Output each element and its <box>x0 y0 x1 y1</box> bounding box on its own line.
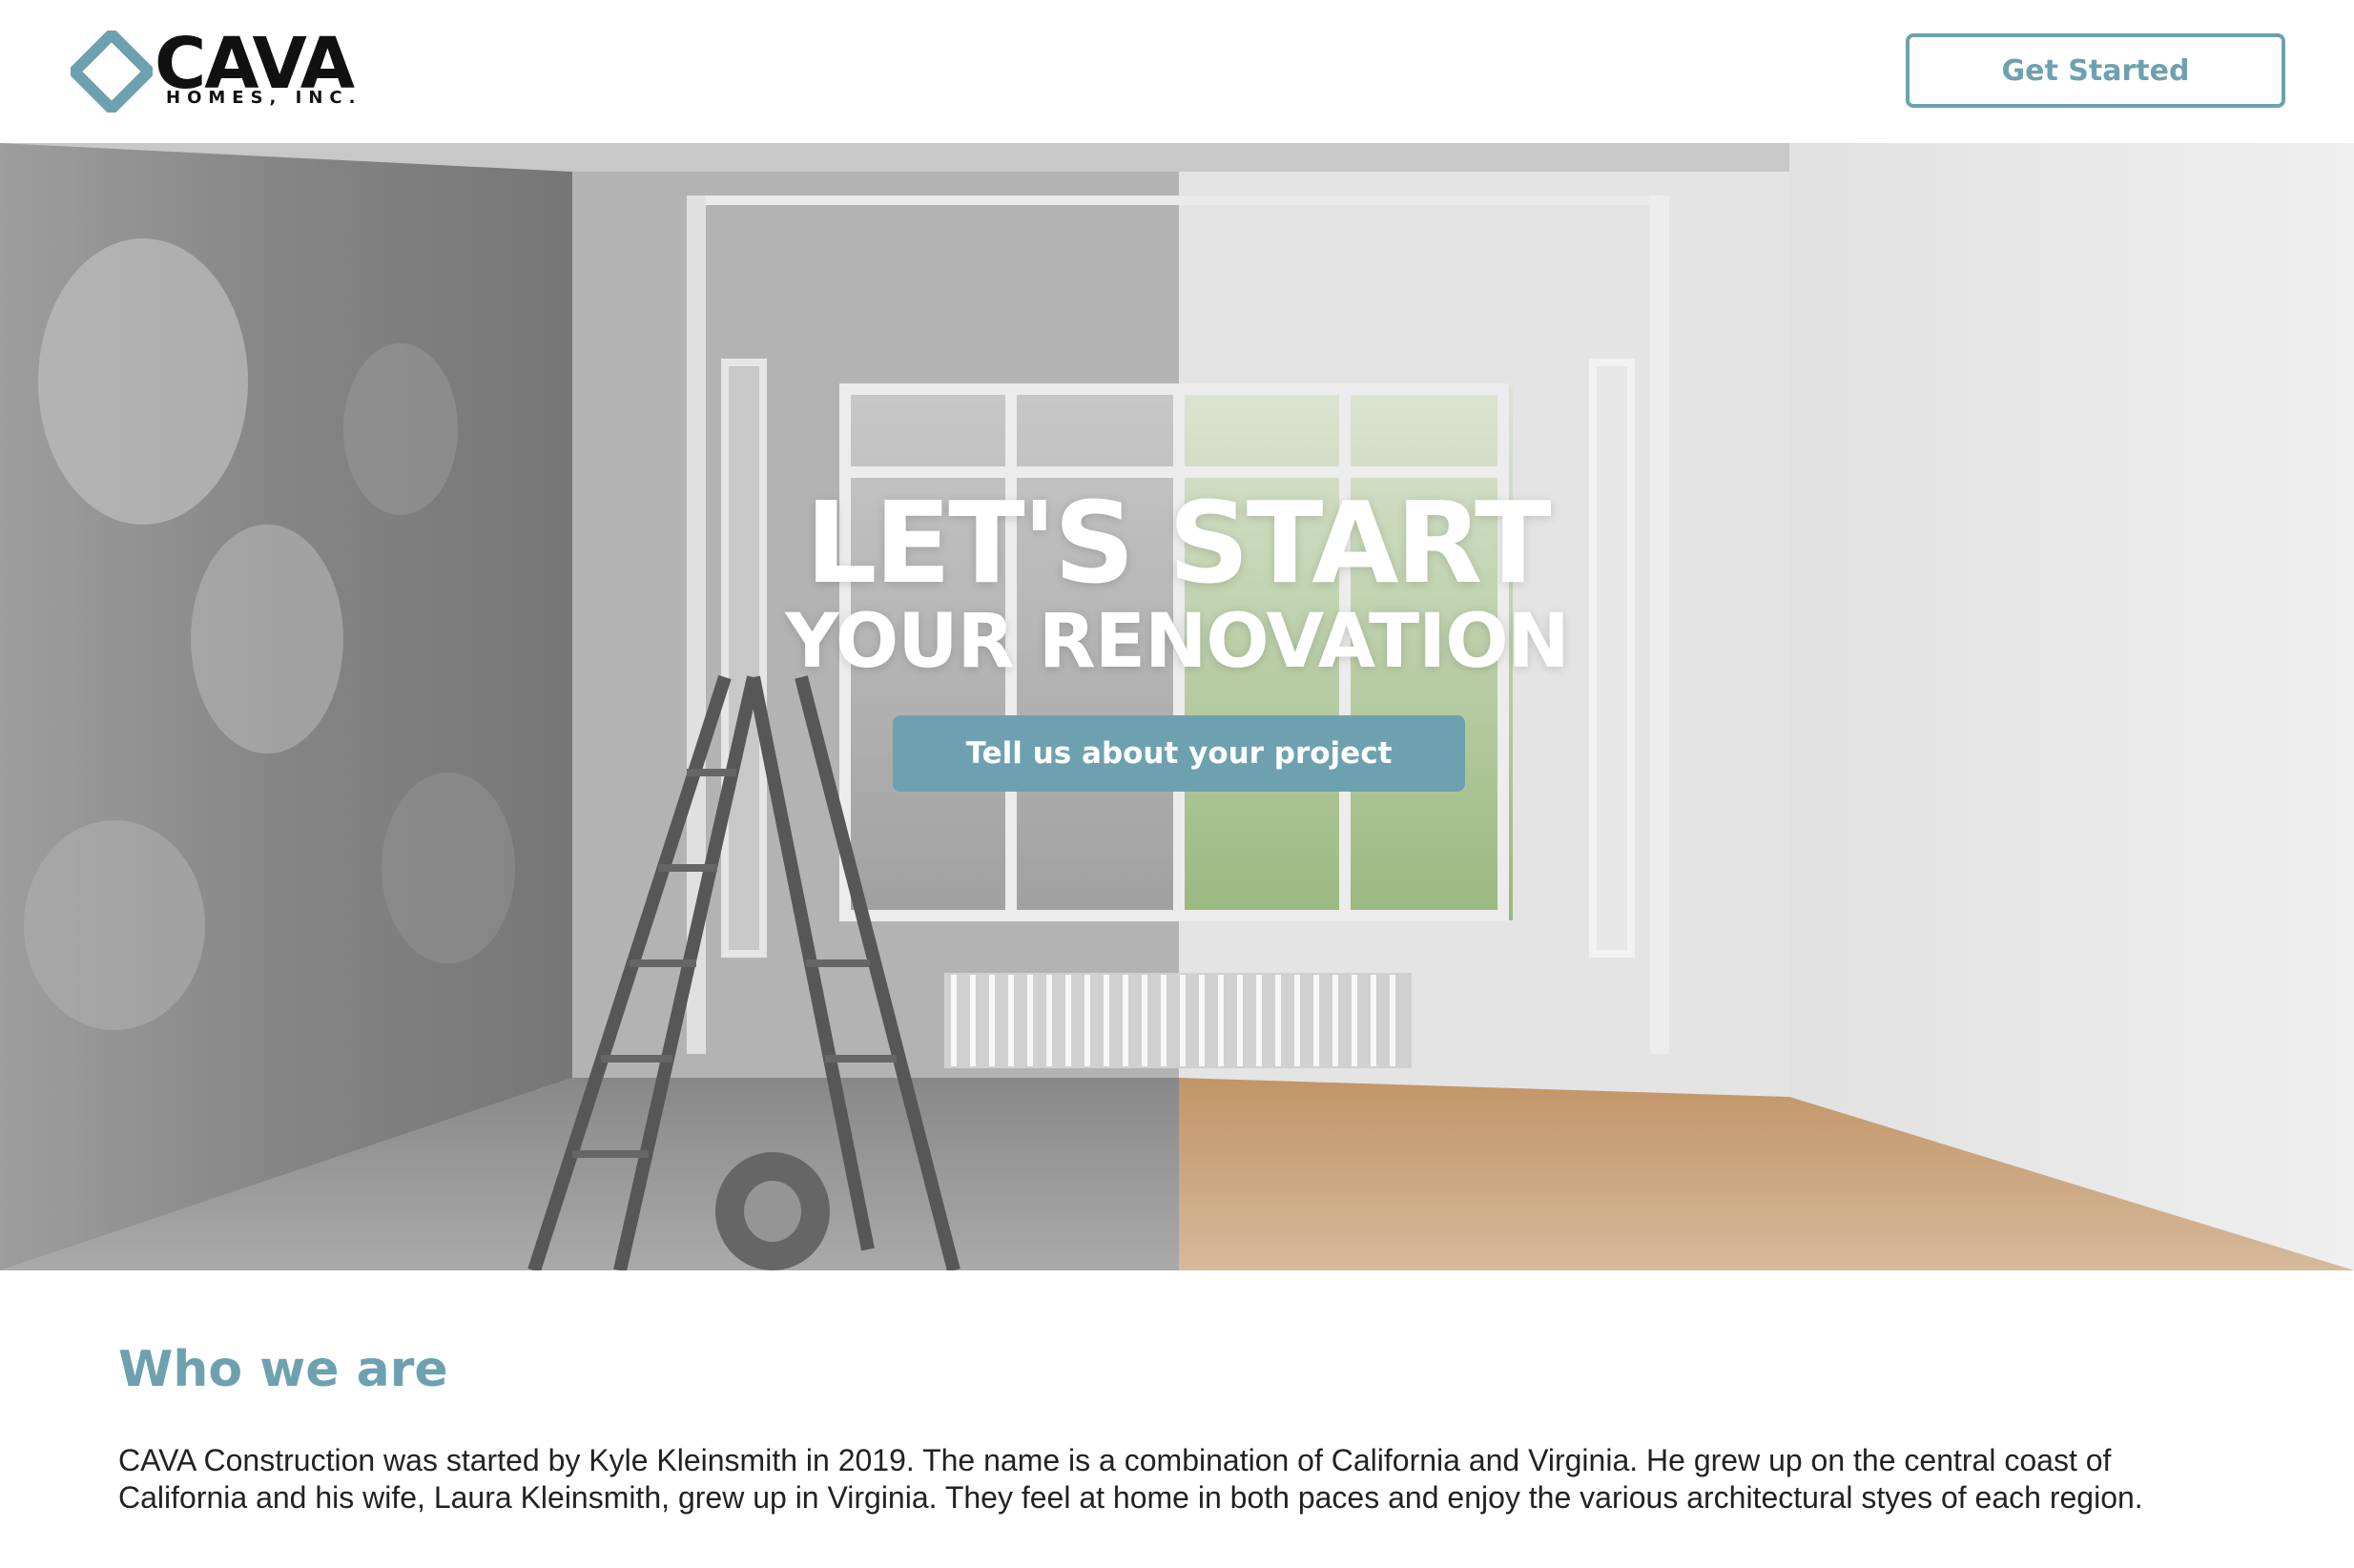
hero-title: LET'S START <box>805 477 1551 609</box>
logo-tagline: HOMES, INC. <box>166 88 362 108</box>
who-we-are-body: CAVA Construction was started by Kyle Kl… <box>118 1443 2143 1515</box>
hero-subtitle: YOUR RENOVATION <box>785 599 1570 685</box>
hero-image <box>0 143 2354 1270</box>
logo[interactable]: CAVA HOMES, INC. <box>71 29 376 114</box>
diamond-logo-icon <box>71 31 153 113</box>
page: CAVA HOMES, INC. Get Started LET'S START… <box>0 0 2354 1568</box>
hero-section: LET'S START YOUR RENOVATION Tell us abou… <box>0 143 2354 1270</box>
site-header: CAVA HOMES, INC. Get Started <box>0 0 2354 143</box>
who-we-are-heading: Who we are <box>118 1341 448 1398</box>
tell-us-about-project-button[interactable]: Tell us about your project <box>893 715 1465 792</box>
get-started-button[interactable]: Get Started <box>1906 33 2285 108</box>
